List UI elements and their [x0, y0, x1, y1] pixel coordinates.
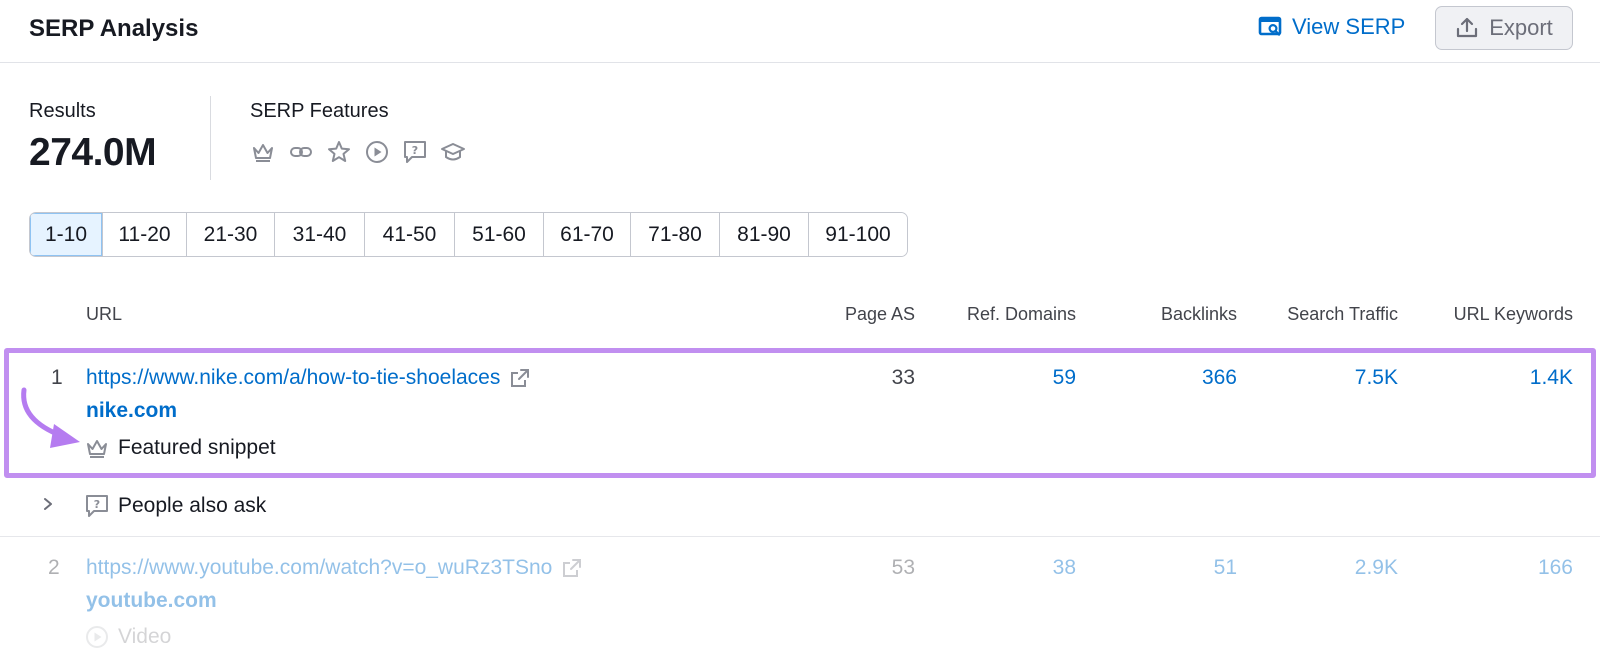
row-1-url-keywords[interactable]: 1.4K [1450, 366, 1573, 390]
external-link-icon[interactable] [508, 366, 532, 390]
export-label: Export [1489, 15, 1553, 40]
row-2-position: 2 [48, 556, 60, 579]
page-71-80[interactable]: 71-80 [630, 213, 719, 256]
page-41-50[interactable]: 41-50 [364, 213, 454, 256]
row-2-url-keywords[interactable]: 166 [1450, 556, 1573, 580]
people-also-ask-label: People also ask [118, 494, 267, 517]
column-header-url[interactable]: URL [86, 304, 122, 325]
column-header-backlinks[interactable]: Backlinks [1100, 304, 1237, 325]
question-bubble-icon: ? [86, 495, 108, 517]
row-2-backlinks[interactable]: 51 [1120, 556, 1237, 580]
serp-feature-icons: ? [250, 139, 466, 165]
column-header-search-traffic[interactable]: Search Traffic [1240, 304, 1398, 325]
top-bar: SERP Analysis View SERP Export [0, 0, 1600, 63]
page-1-10[interactable]: 1-10 [30, 213, 102, 256]
page-31-40[interactable]: 31-40 [274, 213, 364, 256]
row-separator [0, 536, 1600, 537]
serp-search-icon [1258, 16, 1282, 36]
row-1-domain[interactable]: nike.com [86, 399, 177, 423]
view-serp-label: View SERP [1292, 14, 1406, 39]
row-1-ref-domains[interactable]: 59 [960, 366, 1076, 390]
play-circle-icon[interactable] [364, 139, 390, 165]
page-11-20[interactable]: 11-20 [102, 213, 186, 256]
chevron-right-icon[interactable] [40, 496, 56, 512]
pagination: 1-10 11-20 21-30 31-40 41-50 51-60 61-70… [29, 212, 908, 257]
row-2-feature: Video [84, 624, 171, 650]
export-button[interactable]: Export [1435, 6, 1573, 50]
row-1-url-cell: https://www.nike.com/a/how-to-tie-shoela… [86, 366, 532, 390]
question-bubble-icon[interactable]: ? [402, 139, 428, 165]
external-link-icon[interactable] [560, 556, 584, 580]
row-1-feature-label: Featured snippet [118, 436, 276, 459]
star-icon[interactable] [326, 139, 352, 165]
results-label: Results [29, 100, 96, 122]
summary-divider [210, 96, 211, 180]
row-2-search-traffic[interactable]: 2.9K [1280, 556, 1398, 580]
page-21-30[interactable]: 21-30 [186, 213, 274, 256]
page-61-70[interactable]: 61-70 [543, 213, 630, 256]
row-1-search-traffic[interactable]: 7.5K [1280, 366, 1398, 390]
svg-text:?: ? [412, 144, 418, 157]
page-81-90[interactable]: 81-90 [719, 213, 808, 256]
row-2-page-as: 53 [891, 556, 915, 579]
serp-features-label: SERP Features [250, 100, 389, 122]
annotation-arrow-icon [21, 387, 80, 448]
people-also-ask[interactable]: ? People also ask [84, 493, 266, 519]
row-2-ref-domains[interactable]: 38 [960, 556, 1076, 580]
row-2-feature-label: Video [118, 625, 172, 648]
serp-features: SERP Features ? [250, 100, 466, 165]
play-circle-icon [86, 626, 108, 648]
page-title: SERP Analysis [29, 15, 199, 42]
svg-text:?: ? [94, 498, 100, 511]
view-serp-link[interactable]: View SERP [1258, 14, 1405, 40]
row-2-url-cell: https://www.youtube.com/watch?v=o_wuRz3T… [86, 556, 584, 580]
crown-icon[interactable] [250, 139, 276, 165]
row-1-backlinks[interactable]: 366 [1120, 366, 1237, 390]
results-stat: Results 274.0M [29, 100, 157, 175]
row-2-url-link[interactable]: https://www.youtube.com/watch?v=o_wuRz3T… [86, 556, 552, 580]
upload-icon [1457, 17, 1478, 38]
results-value: 274.0M [29, 131, 157, 174]
page-51-60[interactable]: 51-60 [454, 213, 543, 256]
page-91-100[interactable]: 91-100 [808, 213, 907, 256]
column-header-ref-domains[interactable]: Ref. Domains [920, 304, 1076, 325]
row-1-page-as: 33 [891, 366, 915, 389]
column-header-url-keywords[interactable]: URL Keywords [1410, 304, 1573, 325]
row-1-url-link[interactable]: https://www.nike.com/a/how-to-tie-shoela… [86, 366, 500, 390]
graduation-cap-icon[interactable] [440, 139, 466, 165]
link-icon[interactable] [288, 139, 314, 165]
row-1-feature: Featured snippet [84, 435, 276, 461]
column-header-page-as[interactable]: Page AS [780, 304, 915, 325]
row-2-domain[interactable]: youtube.com [86, 589, 217, 613]
